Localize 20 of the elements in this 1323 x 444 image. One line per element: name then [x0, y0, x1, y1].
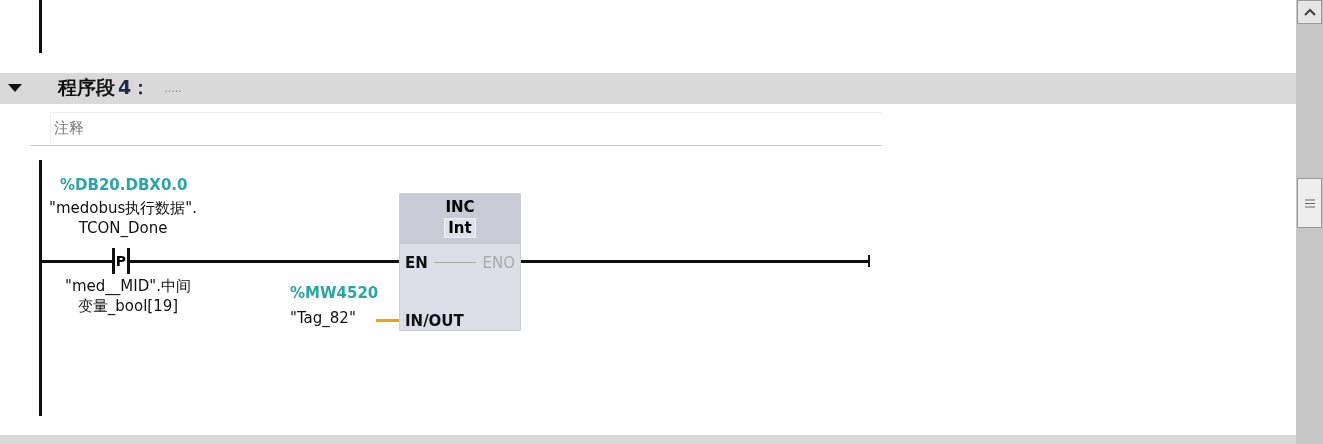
comment-field[interactable]: 注释	[50, 111, 882, 144]
contact-address: %DB20.DBX0.0	[60, 175, 188, 194]
scroll-up-button[interactable]	[1297, 0, 1322, 24]
network-label: 程序段	[58, 75, 115, 101]
data-type-label[interactable]: Int	[444, 217, 476, 238]
edge-contact[interactable]: P	[112, 247, 130, 274]
chevron-up-icon	[1303, 8, 1316, 16]
collapse-arrow-icon[interactable]	[8, 84, 22, 93]
pin-label: IN/OUT	[405, 311, 464, 330]
inout-address: %MW4520	[290, 283, 379, 302]
edge-operand: "med__MID".中间变量_bool[19]	[64, 275, 192, 316]
scroll-thumb[interactable]	[1297, 178, 1322, 228]
scrollbar[interactable]	[1296, 0, 1323, 444]
inout-operand: "Tag_82"	[290, 307, 356, 328]
contact-operand: "medobus执行数据".TCON_Done	[48, 197, 198, 238]
pin-label: EN	[405, 253, 428, 272]
pin-label: ENO	[482, 253, 515, 272]
block-name: INC	[445, 197, 475, 216]
network-number: 4：	[118, 75, 151, 101]
grip-icon	[1304, 198, 1315, 208]
